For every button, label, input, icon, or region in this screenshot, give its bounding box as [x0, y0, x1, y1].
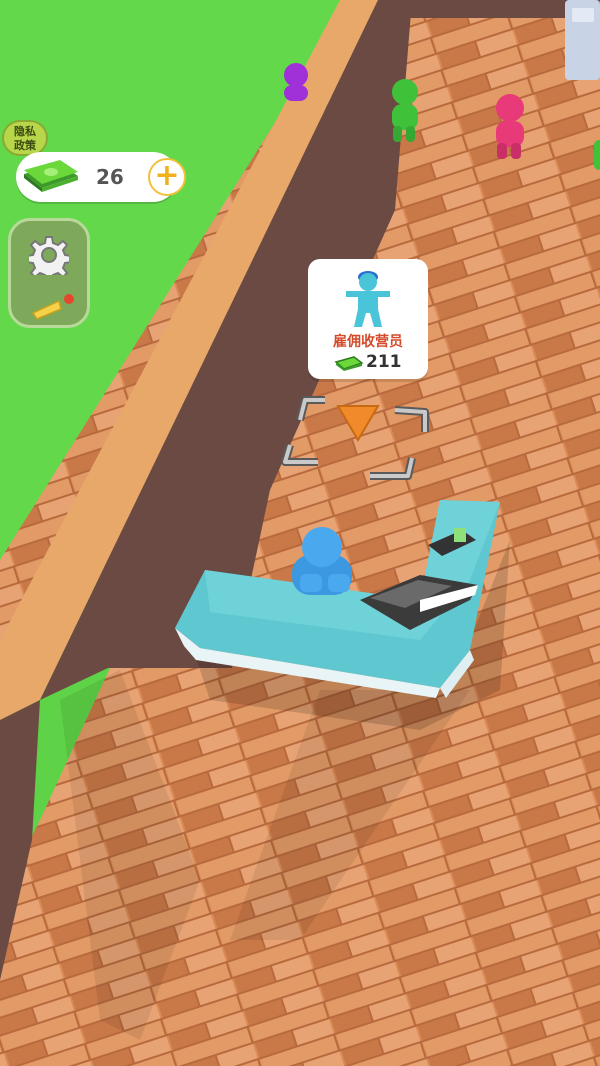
- npc-green-edge: [594, 140, 600, 170]
- privacy-line-2: 政策: [14, 139, 36, 152]
- gear-icon[interactable]: [29, 235, 69, 275]
- side-tool-panel: [8, 218, 90, 328]
- shelf: [565, 0, 600, 80]
- hire-cashier-label: 雇佣收营员: [333, 334, 403, 350]
- npc-purple: [284, 63, 308, 101]
- money-count: 26: [96, 165, 124, 189]
- shovel-icon[interactable]: [31, 291, 77, 321]
- hire-cashier-price: 211: [366, 352, 402, 372]
- privacy-line-1: 隐私: [14, 125, 36, 138]
- privacy-policy-button[interactable]: 隐私 政策: [2, 120, 48, 156]
- money-counter: 26 +: [16, 152, 186, 202]
- cash-stack-icon: [24, 160, 78, 192]
- add-money-button[interactable]: +: [148, 158, 186, 196]
- cashier-figure-icon: [346, 271, 390, 327]
- hire-cashier-card[interactable]: 雇佣收营员 211: [308, 259, 428, 379]
- cash-icon: [334, 356, 364, 371]
